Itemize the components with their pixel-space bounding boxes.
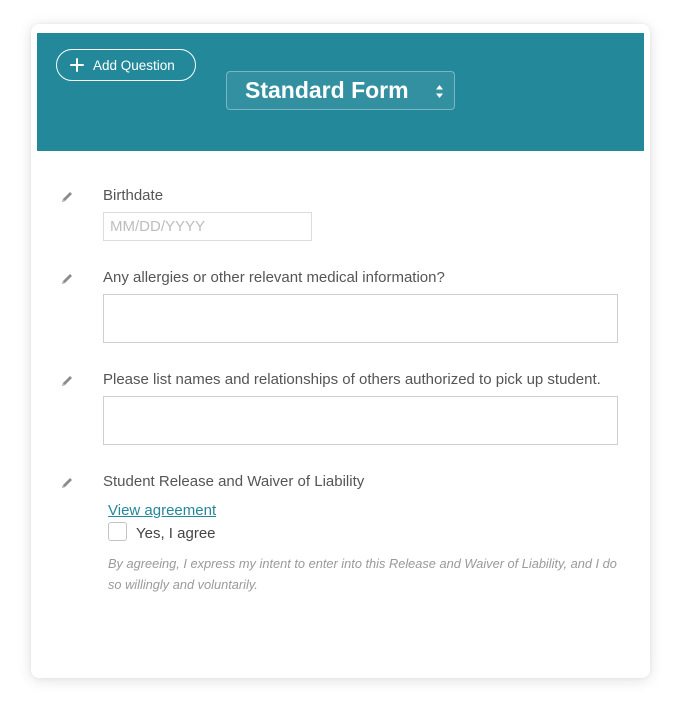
- question-label-pickup: Please list names and relationships of o…: [103, 371, 601, 388]
- edit-pickup-pencil-icon[interactable]: [60, 374, 74, 388]
- view-agreement-link[interactable]: View agreement: [108, 502, 216, 519]
- waiver-disclaimer: By agreeing, I express my intent to ente…: [108, 556, 617, 592]
- allergies-textarea[interactable]: [103, 294, 618, 343]
- question-label-birthdate: Birthdate: [103, 187, 164, 204]
- agree-checkbox-label[interactable]: Yes, I agree: [136, 525, 216, 542]
- edit-birthdate-pencil-icon[interactable]: [60, 190, 74, 204]
- agree-checkbox[interactable]: [108, 522, 127, 541]
- form-header: Add Question Standard Form: [37, 33, 644, 151]
- up-down-arrows-icon: [436, 85, 443, 98]
- edit-allergies-pencil-icon[interactable]: [60, 272, 74, 286]
- add-question-label: Add Question: [93, 57, 175, 73]
- form-editor-card: Add Question Standard Form Birthdate Any…: [31, 24, 650, 678]
- pickup-textarea[interactable]: [103, 396, 618, 445]
- birthdate-input[interactable]: [103, 212, 312, 241]
- edit-waiver-pencil-icon[interactable]: [60, 476, 74, 490]
- plus-icon: [70, 58, 84, 72]
- form-type-value: Standard Form: [245, 77, 409, 103]
- form-type-select[interactable]: Standard Form: [226, 71, 455, 110]
- question-label-allergies: Any allergies or other relevant medical …: [103, 269, 445, 286]
- question-label-waiver: Student Release and Waiver of Liability: [103, 473, 365, 490]
- add-question-button[interactable]: Add Question: [56, 49, 196, 81]
